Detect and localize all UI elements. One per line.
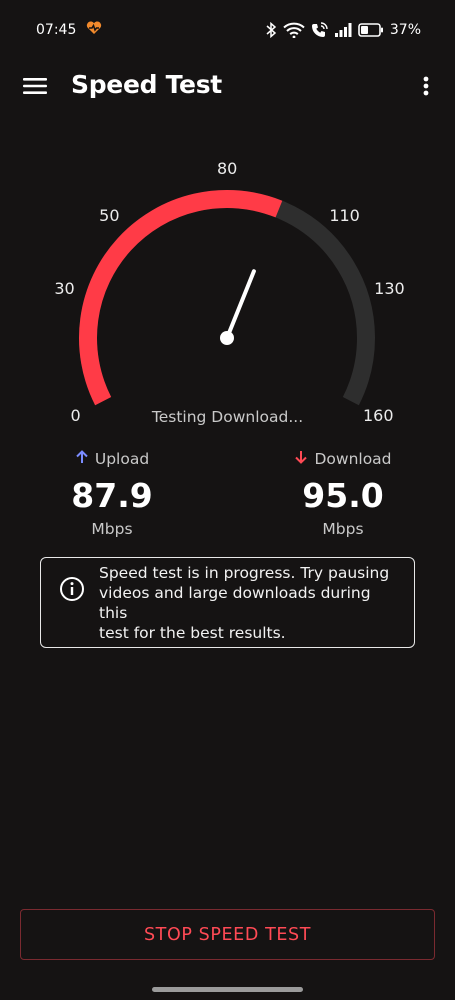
upload-metric: Upload 87.9 Mbps — [22, 448, 202, 538]
info-line: test for the best results. — [99, 623, 286, 642]
upload-value: 87.9 — [71, 476, 153, 515]
arrow-down-icon — [294, 450, 308, 468]
info-box: Speed test is in progress. Try pausing v… — [40, 557, 415, 648]
gauge-hub — [220, 331, 234, 345]
download-unit: Mbps — [322, 520, 364, 538]
gauge-active-arc — [79, 190, 283, 406]
speed-gauge: 0 30 50 80 110 130 160 — [0, 150, 455, 425]
hamburger-menu-icon[interactable] — [20, 72, 50, 100]
app-bar: Speed Test — [0, 60, 455, 112]
more-vertical-icon[interactable] — [419, 72, 433, 100]
upload-unit: Mbps — [91, 520, 133, 538]
info-line: Speed test is in progress. Try pausing — [99, 563, 390, 582]
gauge-status-text: Testing Download... — [151, 408, 304, 426]
gauge-tick-label: 130 — [374, 279, 405, 299]
gauge-needle — [225, 269, 256, 340]
status-right: 37% — [265, 22, 421, 38]
download-label: Download — [314, 450, 392, 468]
gauge-tick-label: 30 — [54, 279, 75, 299]
upload-label-row: Upload — [22, 448, 202, 470]
info-line: videos and large downloads during this — [99, 583, 371, 622]
bluetooth-icon — [265, 22, 277, 38]
wifi-calling-icon — [311, 22, 328, 38]
battery-percent: 37% — [389, 22, 421, 38]
gauge-tick-label: 80 — [217, 158, 238, 178]
status-time: 07:45 — [36, 22, 77, 38]
wifi-icon — [283, 22, 305, 38]
page-title: Speed Test — [71, 70, 222, 99]
download-metric: Download 95.0 Mbps — [253, 448, 433, 538]
heart-pulse-icon — [86, 21, 102, 39]
download-label-row: Download — [253, 448, 433, 470]
gauge-tick-label: 50 — [99, 205, 120, 225]
download-value: 95.0 — [302, 476, 384, 515]
home-indicator[interactable] — [152, 987, 303, 992]
upload-label: Upload — [94, 450, 150, 468]
status-left: 07:45 — [36, 21, 102, 39]
info-icon — [59, 576, 85, 602]
gauge-tick-label: 110 — [329, 205, 360, 225]
stop-speed-test-button[interactable]: STOP SPEED TEST — [20, 909, 435, 960]
signal-icon — [334, 22, 352, 38]
arrow-up-icon — [75, 450, 89, 468]
status-bar: 07:45 37% — [0, 0, 455, 60]
battery-icon — [358, 23, 384, 37]
info-message: Speed test is in progress. Try pausing v… — [99, 563, 400, 643]
